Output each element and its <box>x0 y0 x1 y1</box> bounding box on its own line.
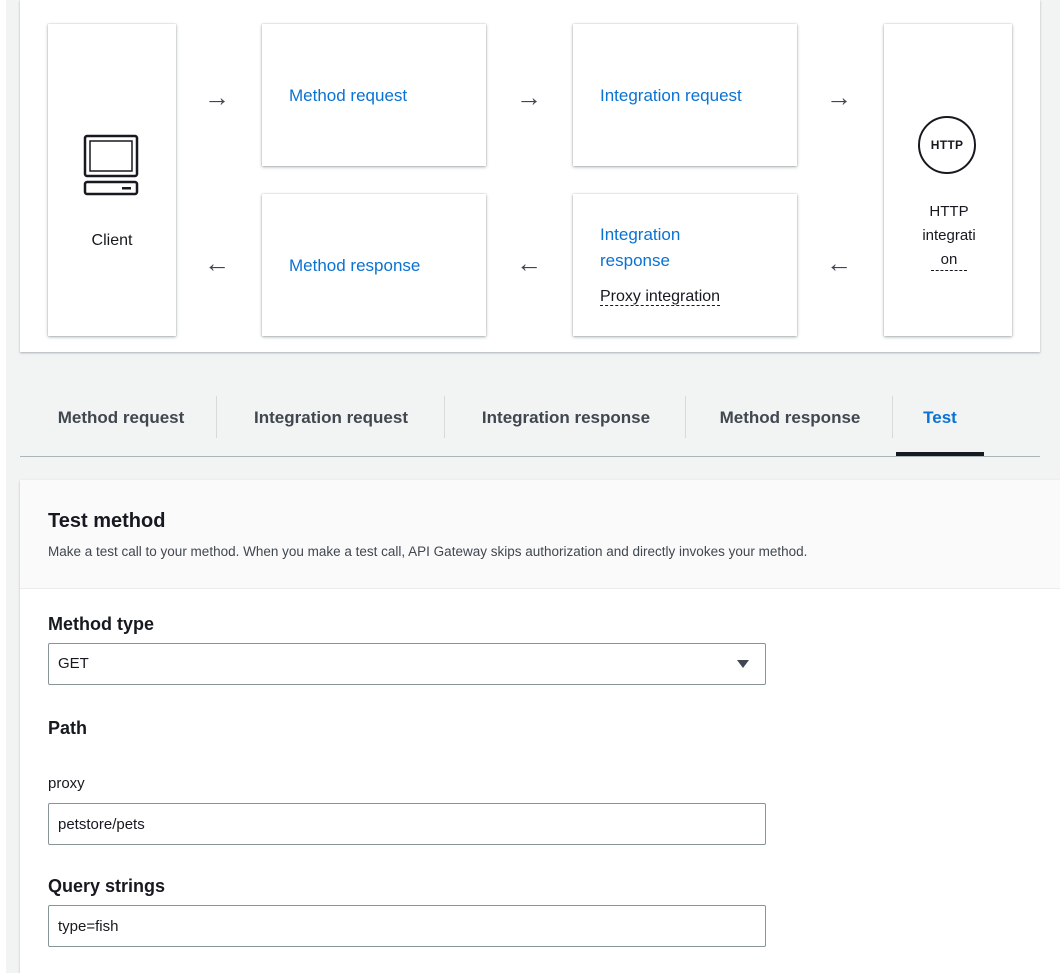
tab-divider <box>892 396 893 438</box>
method-request-box: Method request <box>262 24 486 166</box>
http-circle-icon: HTTP <box>918 116 976 174</box>
proxy-integration-note-wrap: Proxy integration <box>600 284 721 310</box>
method-type-select[interactable]: GET <box>48 643 766 685</box>
integration-response-line-2: response <box>600 251 670 270</box>
section-title: Test method <box>48 510 166 532</box>
caret-down-icon <box>737 660 749 668</box>
proxy-label: proxy <box>48 775 85 792</box>
proxy-path-input[interactable] <box>48 803 766 845</box>
integration-response-box: Integration response Proxy integration <box>573 194 797 336</box>
arrow-right-icon: → <box>516 82 542 112</box>
method-tabs: Method request Integration request Integ… <box>20 380 1040 457</box>
http-integration-box: HTTP HTTP integrati on <box>884 24 1012 336</box>
test-method-container: Test method Make a test call to your met… <box>20 480 1060 973</box>
tab-divider <box>444 396 445 438</box>
section-description: Make a test call to your method. When yo… <box>48 544 808 559</box>
arrow-left-icon: ← <box>204 248 230 278</box>
method-request-link[interactable]: Method request <box>289 83 476 109</box>
path-label: Path <box>48 718 88 738</box>
monitor-icon <box>83 134 139 196</box>
http-integration-label: HTTP integrati on <box>908 200 990 272</box>
tab-method-response[interactable]: Method response <box>712 398 868 438</box>
http-label-line-2: integrati <box>922 227 976 244</box>
left-edge <box>0 0 6 973</box>
arrow-right-icon: → <box>826 82 852 112</box>
tab-divider <box>216 396 217 438</box>
method-type-label: Method type <box>48 614 154 634</box>
tab-divider <box>685 396 686 438</box>
tab-integration-response[interactable]: Integration response <box>472 398 660 438</box>
tab-integration-request[interactable]: Integration request <box>244 398 418 438</box>
http-label-line-3: on <box>908 248 990 272</box>
query-strings-label: Query strings <box>48 876 166 896</box>
test-method-header: Test method Make a test call to your met… <box>20 480 1060 589</box>
tab-test[interactable]: Test <box>896 398 984 438</box>
method-response-link[interactable]: Method response <box>289 253 476 279</box>
proxy-integration-note[interactable]: Proxy integration <box>600 288 721 306</box>
query-strings-input[interactable] <box>48 905 766 947</box>
integration-response-link[interactable]: Integration response <box>600 222 787 274</box>
integration-response-line-1: Integration <box>600 225 681 244</box>
api-gateway-method-page: Client → ← Method request Method respons… <box>0 0 1060 973</box>
arrow-right-icon: → <box>204 82 230 112</box>
method-type-value: GET <box>58 655 89 672</box>
integration-request-link[interactable]: Integration request <box>600 83 787 109</box>
client-box: Client <box>48 24 176 336</box>
arrow-left-icon: ← <box>826 248 852 278</box>
tab-method-request[interactable]: Method request <box>48 398 194 438</box>
active-tab-indicator <box>896 452 984 456</box>
arrow-left-icon: ← <box>516 248 542 278</box>
method-execution-flow: Client → ← Method request Method respons… <box>20 0 1040 352</box>
client-label: Client <box>91 232 133 249</box>
method-response-box: Method response <box>262 194 486 336</box>
integration-request-box: Integration request <box>573 24 797 166</box>
http-label-line-1: HTTP <box>929 203 969 220</box>
http-label-line-3-text: on <box>930 251 968 271</box>
